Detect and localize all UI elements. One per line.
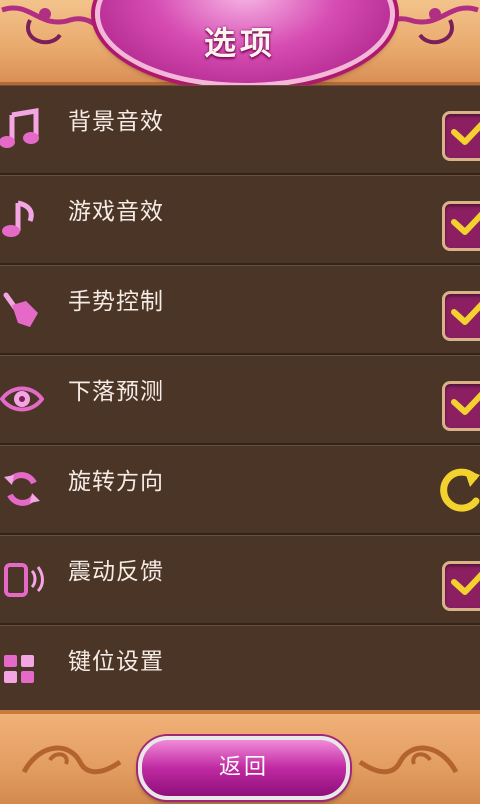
checkbox-vibration-feedback[interactable]	[442, 561, 480, 611]
eye-icon	[0, 386, 44, 412]
page-title: 选项	[203, 24, 276, 62]
option-row-rotation-direction[interactable]: 旋转方向	[0, 445, 480, 535]
checkmark-icon	[451, 391, 480, 415]
checkbox-drop-preview[interactable]	[442, 381, 480, 431]
option-label: 旋转方向	[68, 469, 164, 495]
checkmark-icon	[451, 211, 480, 235]
rotate-arrows-icon	[4, 472, 40, 506]
ornament-right-icon	[358, 745, 459, 775]
options-list: 背景音效 游戏音效 手势控制 下落预测 旋转方向 震动反馈 键位设置	[0, 85, 480, 715]
option-row-background-sound[interactable]: 背景音效	[0, 85, 480, 175]
checkmark-icon	[451, 301, 480, 325]
checkbox-game-sound[interactable]	[442, 201, 480, 251]
option-row-vibration-feedback[interactable]: 震动反馈	[0, 535, 480, 625]
ornament-left-icon	[21, 745, 122, 775]
option-row-key-settings[interactable]: 键位设置	[0, 625, 480, 715]
option-label: 键位设置	[68, 649, 164, 675]
header-bar: 选项	[0, 0, 480, 88]
option-row-drop-preview[interactable]: 下落预测	[0, 355, 480, 445]
option-row-gesture-control[interactable]: 手势控制	[0, 265, 480, 355]
back-button[interactable]: 返回	[138, 736, 350, 800]
hand-gesture-icon	[3, 292, 38, 327]
option-label: 背景音效	[68, 109, 164, 135]
double-music-note-icon	[0, 108, 39, 148]
footer-bar: 返回	[0, 710, 480, 804]
rotate-direction-toggle-icon[interactable]	[440, 465, 480, 513]
checkbox-gesture-control[interactable]	[442, 291, 480, 341]
checkmark-icon	[451, 121, 480, 145]
option-label: 震动反馈	[68, 559, 164, 585]
checkmark-icon	[451, 571, 480, 595]
phone-vibrate-icon	[4, 563, 44, 597]
option-label: 下落预测	[68, 379, 164, 405]
option-row-game-sound[interactable]: 游戏音效	[0, 175, 480, 265]
checkbox-background-sound[interactable]	[442, 111, 480, 161]
grid-keys-icon	[4, 655, 34, 683]
music-note-icon	[2, 200, 34, 237]
option-label: 游戏音效	[68, 199, 164, 225]
option-label: 手势控制	[68, 289, 164, 315]
